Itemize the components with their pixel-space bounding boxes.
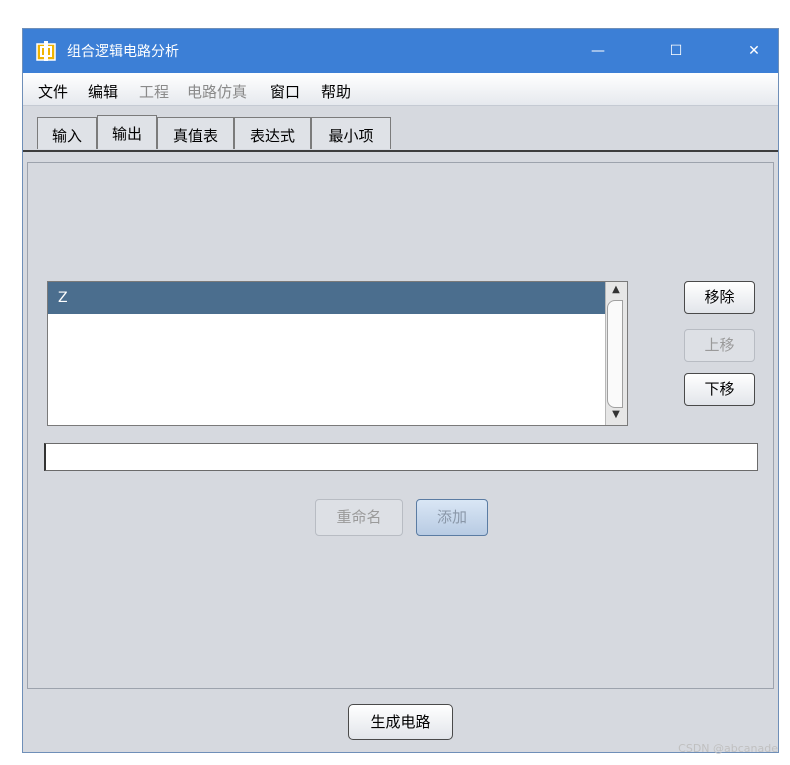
tab-minimized[interactable]: 最小项 <box>311 117 391 149</box>
tab-strip: 输入 输出 真值表 表达式 最小项 <box>23 106 778 150</box>
window-title: 组合逻辑电路分析 <box>67 44 179 60</box>
scroll-down-icon[interactable]: ▼ <box>608 409 624 423</box>
tab-truth-table[interactable]: 真值表 <box>157 117 234 149</box>
add-button[interactable]: 添加 <box>416 499 488 536</box>
menu-file[interactable]: 文件 <box>38 81 68 102</box>
tab-outputs[interactable]: 输出 <box>97 115 157 149</box>
scroll-up-icon[interactable]: ▲ <box>608 284 624 298</box>
remove-button[interactable]: 移除 <box>684 281 755 314</box>
tab-inputs[interactable]: 输入 <box>37 117 97 149</box>
watermark-text: CSDN @abcanade <box>678 742 778 755</box>
minimize-button[interactable]: — <box>572 29 624 73</box>
output-name-input[interactable] <box>44 443 758 471</box>
move-down-button[interactable]: 下移 <box>684 373 755 406</box>
app-logo-icon <box>36 41 56 61</box>
maximize-button[interactable]: ☐ <box>650 29 702 73</box>
close-icon: ✕ <box>748 43 760 59</box>
minimize-icon: — <box>591 43 605 59</box>
close-button[interactable]: ✕ <box>728 29 780 73</box>
menu-bar: 文件 编辑 工程 电路仿真 窗口 帮助 <box>23 73 778 106</box>
title-bar[interactable]: 组合逻辑电路分析 — ☐ ✕ <box>23 29 778 73</box>
menu-project[interactable]: 工程 <box>139 81 169 102</box>
menu-window[interactable]: 窗口 <box>270 81 300 102</box>
tab-divider <box>23 150 778 152</box>
list-item-selected[interactable]: Z <box>48 282 624 314</box>
menu-simulate[interactable]: 电路仿真 <box>187 81 247 102</box>
output-list[interactable]: Z ▲ ▼ <box>47 281 628 426</box>
outputs-panel: Z ▲ ▼ 移除 上移 下移 重命名 添加 <box>27 162 774 689</box>
menu-edit[interactable]: 编辑 <box>88 81 118 102</box>
tab-expression[interactable]: 表达式 <box>234 117 311 149</box>
app-window: 组合逻辑电路分析 — ☐ ✕ 文件 编辑 工程 电路仿真 窗口 帮助 输入 输出… <box>22 28 779 753</box>
rename-button[interactable]: 重命名 <box>315 499 403 536</box>
scroll-thumb[interactable] <box>607 300 623 408</box>
menu-help[interactable]: 帮助 <box>321 81 351 102</box>
move-up-button[interactable]: 上移 <box>684 329 755 362</box>
build-circuit-button[interactable]: 生成电路 <box>348 704 453 740</box>
list-scrollbar[interactable]: ▲ ▼ <box>605 282 627 425</box>
maximize-icon: ☐ <box>669 43 683 59</box>
